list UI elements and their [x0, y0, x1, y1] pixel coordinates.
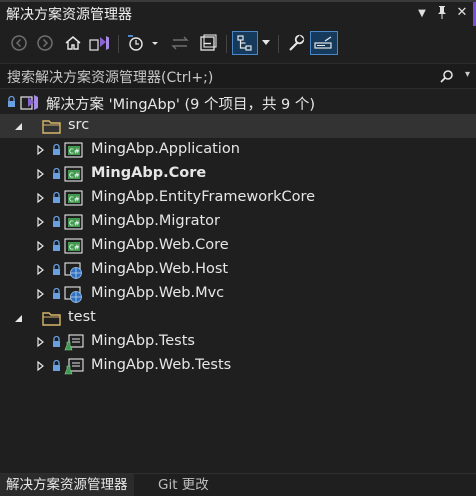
svg-text:C#: C#: [69, 196, 80, 204]
csharp-project-icon: C#: [64, 142, 83, 158]
project-row[interactable]: C# MingAbp.Migrator: [0, 210, 476, 234]
project-label: MingAbp.EntityFrameworkCore: [91, 189, 316, 205]
project-label: MingAbp.Application: [91, 141, 240, 157]
lock-icon: [53, 191, 60, 203]
test-project-icon: [64, 334, 84, 351]
lock-icon: [8, 95, 15, 107]
solution-icon: [20, 95, 38, 110]
show-all-files-dropdown-icon[interactable]: [260, 31, 272, 55]
project-label: MingAbp.Web.Tests: [91, 357, 232, 373]
sync-icon[interactable]: [168, 31, 192, 55]
lock-icon: [53, 239, 60, 251]
expanded-arrow-icon[interactable]: [12, 120, 24, 132]
collapsed-arrow-icon[interactable]: [34, 264, 46, 276]
svg-text:C#: C#: [69, 148, 80, 156]
csharp-project-icon: C#: [64, 214, 83, 230]
window-dropdown-icon[interactable]: ▼: [414, 8, 430, 19]
collapsed-arrow-icon[interactable]: [34, 288, 46, 300]
toolbar-separator: [118, 35, 119, 53]
properties-icon[interactable]: [284, 31, 308, 55]
collapsed-arrow-icon[interactable]: [34, 192, 46, 204]
project-row[interactable]: C# MingAbp.Web.Core: [0, 234, 476, 258]
project-row[interactable]: MingAbp.Web.Tests: [0, 354, 476, 378]
window-title: 解决方案资源管理器: [6, 7, 132, 23]
project-row[interactable]: C# MingAbp.Core: [0, 162, 476, 186]
back-icon[interactable]: [8, 31, 30, 55]
lock-icon: [53, 359, 60, 371]
csharp-project-icon: C#: [64, 166, 83, 182]
project-row[interactable]: MingAbp.Web.Host: [0, 258, 476, 282]
test-project-icon: [64, 358, 84, 375]
collapsed-arrow-icon[interactable]: [34, 144, 46, 156]
close-icon[interactable]: ✕: [454, 5, 470, 20]
tab-git-changes[interactable]: Git 更改: [152, 474, 215, 496]
preview-icon[interactable]: [310, 31, 338, 55]
lock-icon: [53, 287, 60, 299]
toolbar: [0, 27, 476, 61]
project-row[interactable]: MingAbp.Web.Mvc: [0, 282, 476, 306]
forward-icon[interactable]: [34, 31, 56, 55]
folder-label: src: [68, 117, 90, 133]
pending-changes-icon[interactable]: [124, 31, 160, 55]
toolbar-separator: [278, 35, 279, 53]
solution-label: 解决方案 'MingAbp' (9 个项目，共 9 个): [46, 97, 316, 113]
collapsed-arrow-icon[interactable]: [34, 168, 46, 180]
lock-icon: [53, 167, 60, 179]
project-row[interactable]: C# MingAbp.EntityFrameworkCore: [0, 186, 476, 210]
collapsed-arrow-icon[interactable]: [34, 336, 46, 348]
collapsed-arrow-icon[interactable]: [34, 240, 46, 252]
tab-solution-explorer[interactable]: 解决方案资源管理器: [0, 474, 134, 496]
vs-switch-icon[interactable]: [88, 31, 112, 55]
lock-icon: [53, 263, 60, 275]
lock-icon: [53, 215, 60, 227]
web-project-icon: [64, 286, 82, 303]
csharp-project-icon: C#: [64, 238, 83, 254]
collapsed-arrow-icon[interactable]: [34, 216, 46, 228]
search-options-dropdown-icon[interactable]: ▾: [465, 69, 470, 80]
show-all-files-icon[interactable]: [232, 31, 258, 55]
folder-row-test[interactable]: test: [0, 306, 476, 330]
folder-label: test: [68, 309, 96, 325]
project-label: MingAbp.Web.Host: [91, 261, 229, 277]
project-row[interactable]: MingAbp.Tests: [0, 330, 476, 354]
svg-text:C#: C#: [69, 220, 80, 228]
solution-row[interactable]: 解决方案 'MingAbp' (9 个项目，共 9 个): [0, 90, 476, 114]
folder-icon: [42, 120, 61, 134]
folder-icon: [42, 312, 61, 326]
lock-icon: [53, 335, 60, 347]
search-input[interactable]: 搜索解决方案资源管理器(Ctrl+;): [7, 67, 213, 87]
bottom-tab-strip: 解决方案资源管理器 Git 更改: [0, 473, 476, 496]
project-label: MingAbp.Migrator: [91, 213, 220, 229]
collapse-all-icon[interactable]: [196, 31, 220, 55]
toolbar-separator: [226, 35, 227, 53]
svg-text:C#: C#: [69, 172, 80, 180]
folder-row-src[interactable]: src: [0, 114, 476, 138]
project-label: MingAbp.Web.Core: [91, 237, 229, 253]
collapsed-arrow-icon[interactable]: [34, 360, 46, 372]
project-label: MingAbp.Tests: [91, 333, 195, 349]
project-row[interactable]: C# MingAbp.Application: [0, 138, 476, 162]
pin-icon[interactable]: [434, 5, 450, 23]
project-label: MingAbp.Web.Mvc: [91, 285, 225, 301]
svg-text:C#: C#: [69, 244, 80, 252]
expanded-arrow-icon[interactable]: [12, 312, 24, 324]
lock-icon: [53, 143, 60, 155]
home-icon[interactable]: [62, 31, 84, 55]
csharp-project-icon: C#: [64, 190, 83, 206]
title-bar: 解决方案资源管理器 ▼ ✕: [0, 0, 476, 26]
search-icon[interactable]: [440, 68, 454, 87]
search-box[interactable]: 搜索解决方案资源管理器(Ctrl+;) ▾: [0, 63, 476, 89]
web-project-icon: [64, 262, 82, 279]
project-label-startup: MingAbp.Core: [91, 165, 207, 181]
